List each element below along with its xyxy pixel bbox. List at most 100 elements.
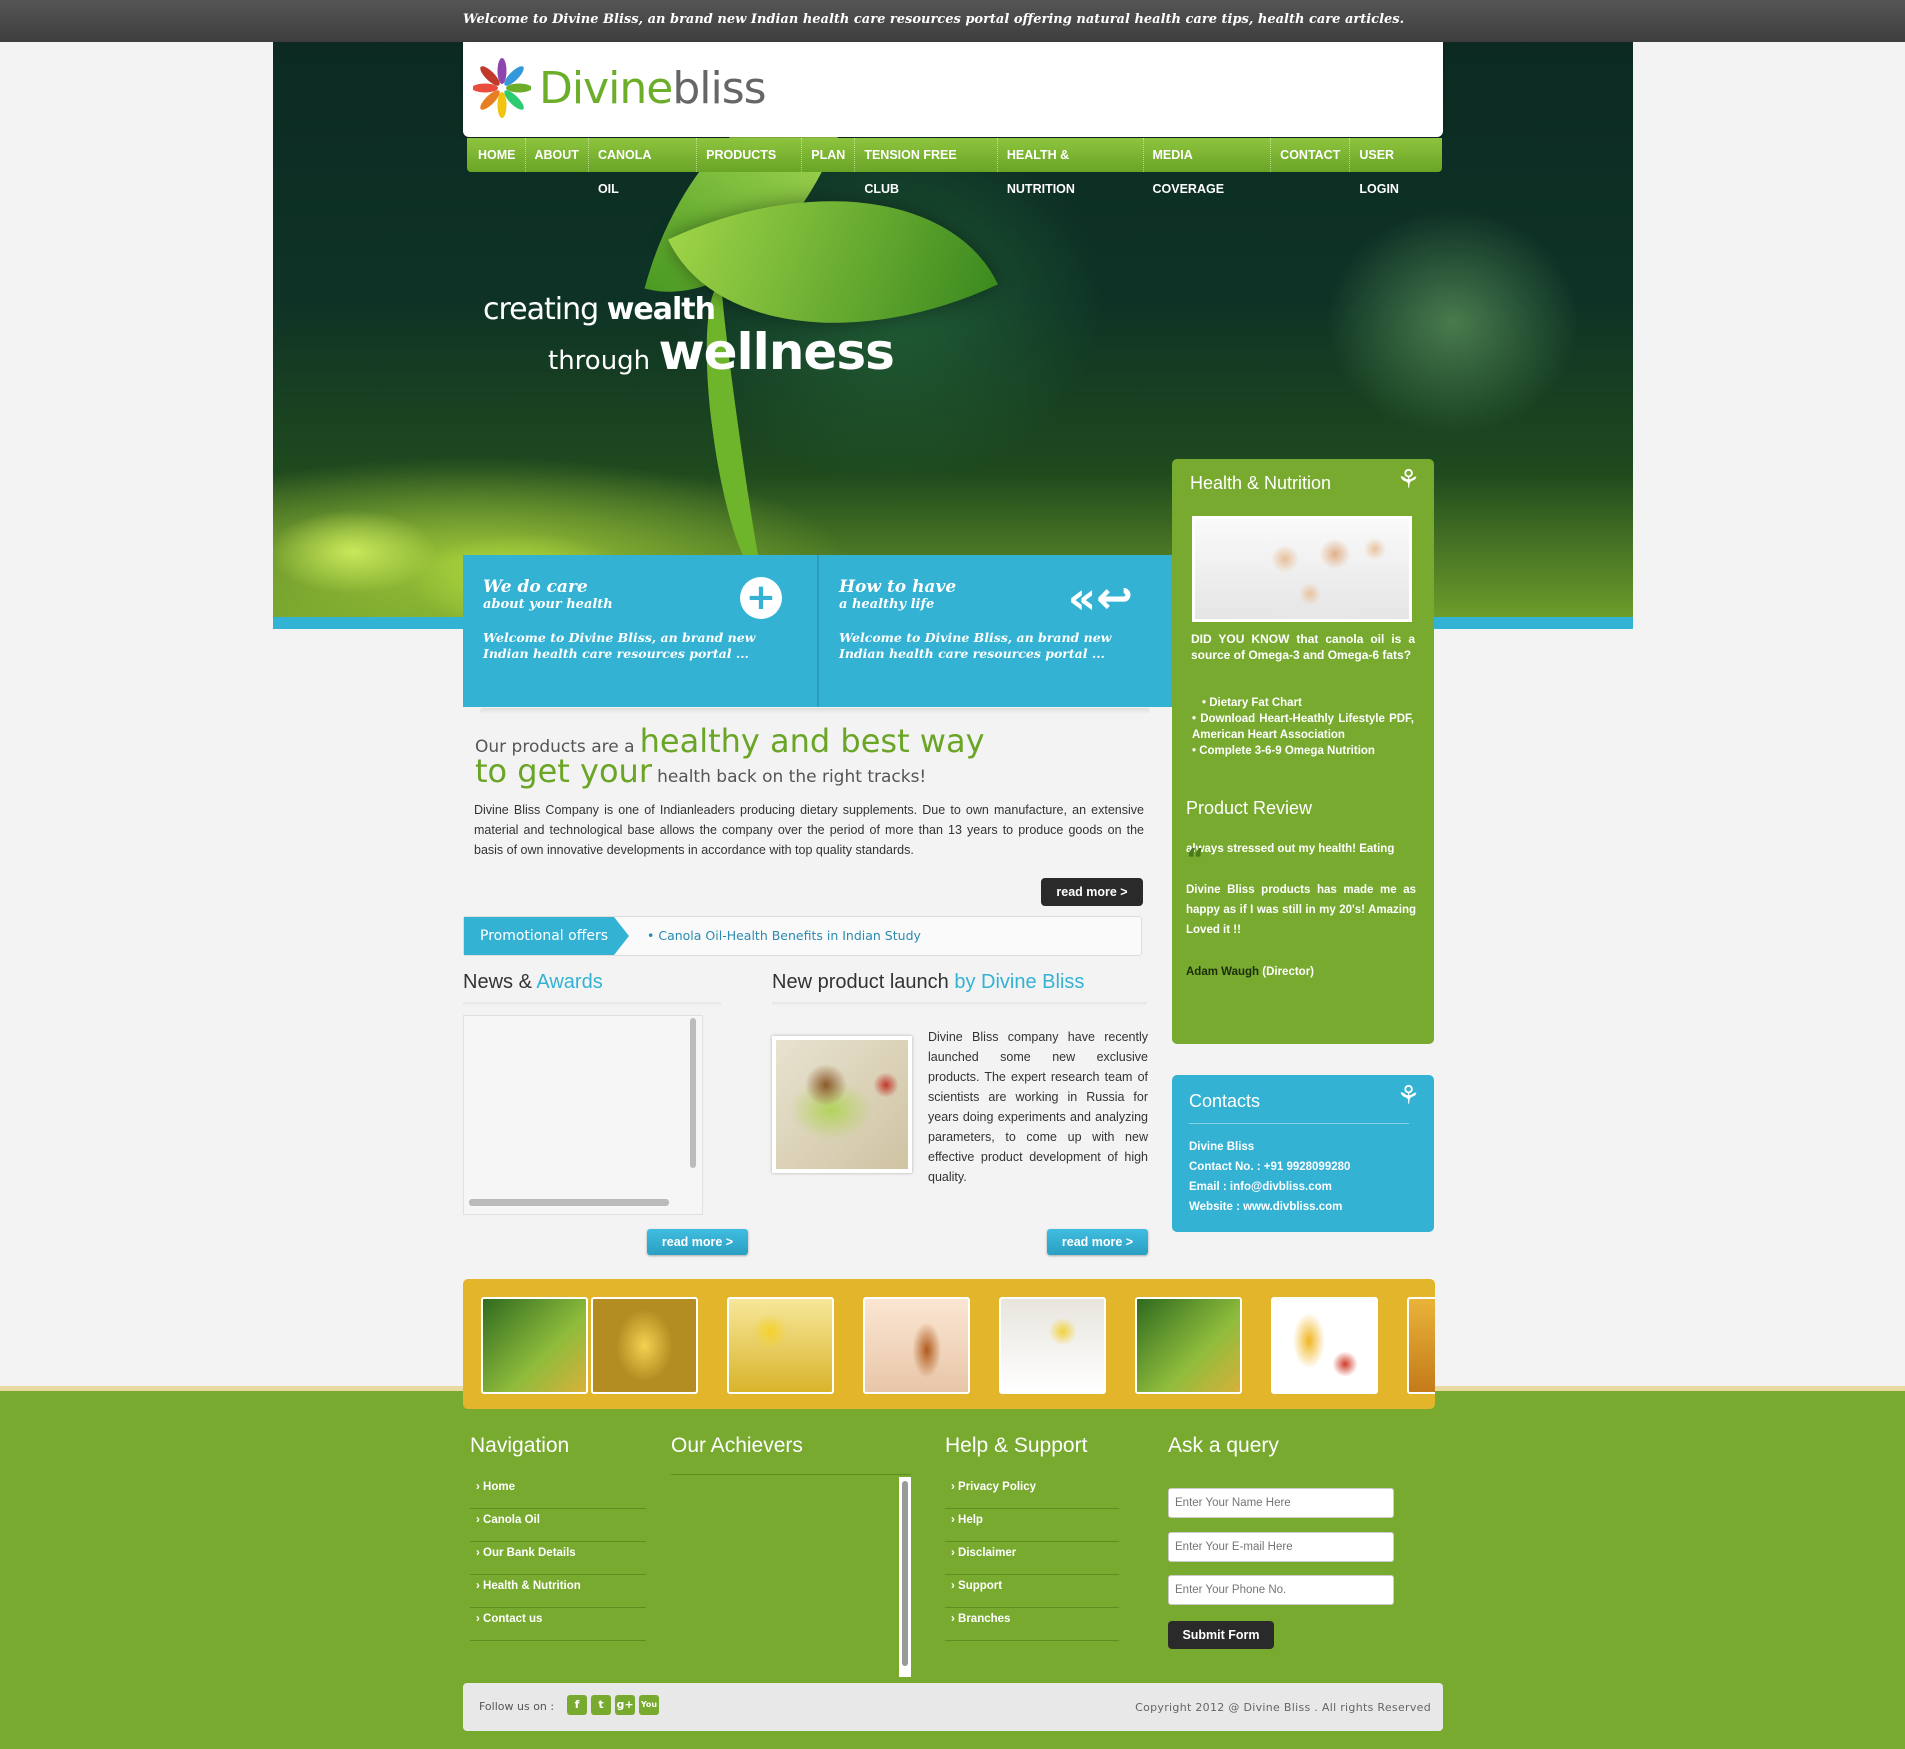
nav-canola-oil[interactable]: CANOLA OIL [589, 138, 698, 196]
tagline-word: wealth [606, 292, 716, 327]
footer-help-label: Branches [958, 1613, 1011, 1625]
footer-help-label: Disclaimer [958, 1547, 1017, 1559]
footer-help-label: Help [958, 1514, 983, 1526]
footer-help-item[interactable]: › Help [945, 1509, 1119, 1542]
tagline-word: through [548, 346, 651, 376]
footer-help-item[interactable]: › Support [945, 1575, 1119, 1608]
carousel-item[interactable] [591, 1297, 698, 1394]
contact-name: Divine Bliss [1189, 1141, 1255, 1153]
contact-email[interactable]: Email : info@divbliss.com [1189, 1177, 1350, 1197]
carousel-item[interactable] [1135, 1297, 1242, 1394]
footer-help-item[interactable]: › Branches [945, 1608, 1119, 1641]
family-photo [1192, 516, 1412, 622]
footer-help-list: › Privacy Policy › Help › Disclaimer › S… [945, 1476, 1119, 1641]
header: Divinebliss [463, 42, 1443, 137]
google-plus-icon[interactable]: g+ [615, 1695, 635, 1715]
news-list[interactable] [463, 1015, 703, 1215]
review-text: Divine Bliss products has made me as hap… [1186, 884, 1416, 936]
achievers-scrollbar[interactable] [899, 1477, 911, 1677]
footer-nav-label: Canola Oil [483, 1514, 540, 1526]
health-link[interactable]: • Download Heart-Heathly Lifestyle PDF, … [1192, 711, 1414, 743]
footer-help-item[interactable]: › Disclaimer [945, 1542, 1119, 1575]
author-name: Adam Waugh [1186, 966, 1260, 978]
product-read-more-button[interactable]: read more > [1047, 1229, 1148, 1255]
query-phone-input[interactable] [1168, 1575, 1394, 1605]
product-text: Divine Bliss company have recently launc… [928, 1030, 1148, 1184]
carousel-item[interactable] [999, 1297, 1106, 1394]
plus-circle-icon[interactable]: + [740, 577, 782, 619]
contact-phone: Contact No. : +91 9928099280 [1189, 1161, 1351, 1173]
feature-text: Welcome to Divine Bliss, an brand new In… [483, 630, 756, 661]
footer-nav-list: › Home › Canola Oil › Our Bank Details ›… [470, 1476, 646, 1641]
carousel-item[interactable] [863, 1297, 970, 1394]
nav-plan[interactable]: PLAN [802, 138, 856, 172]
logo[interactable]: Divinebliss [473, 58, 767, 118]
product-title-part: New product launch [772, 971, 949, 993]
intro-text: Divine Bliss Company is one of Indianlea… [474, 803, 1144, 857]
promo-link[interactable]: • Canola Oil-Health Benefits in Indian S… [647, 928, 921, 943]
footer-nav-title: Navigation [470, 1434, 570, 1457]
follow-label: Follow us on : [479, 1700, 555, 1713]
youtube-icon[interactable]: You [639, 1695, 659, 1715]
did-you-know: DID YOU KNOW that canola oil is a source… [1191, 632, 1415, 662]
footer-nav-item[interactable]: › Our Bank Details [470, 1542, 646, 1575]
twitter-icon[interactable]: t [591, 1695, 611, 1715]
nav-media-coverage[interactable]: MEDIA COVERAGE [1144, 138, 1272, 196]
achievers-list[interactable] [671, 1474, 911, 1677]
footer-nav-item[interactable]: › Home [470, 1476, 646, 1509]
footer-help-label: Support [958, 1580, 1003, 1592]
news-read-more-button[interactable]: read more > [647, 1229, 748, 1255]
nav-user-login[interactable]: USER LOGIN [1350, 138, 1442, 196]
footer-help-item[interactable]: › Privacy Policy [945, 1476, 1119, 1509]
panel-title: Health & Nutrition [1190, 473, 1332, 493]
tagline-word: wellness [658, 323, 894, 381]
footer-nav-item[interactable]: › Health & Nutrition [470, 1575, 646, 1608]
product-image[interactable] [772, 1036, 912, 1173]
contacts-panel: Contacts ⚘ Divine Bliss Contact No. : +9… [1172, 1075, 1434, 1232]
news-horizontal-scrollbar[interactable] [469, 1199, 669, 1206]
nav-health-nutrition[interactable]: HEALTH & NUTRITION [998, 138, 1144, 196]
main-nav: HOME ABOUT CANOLA OIL PRODUCTS PLAN TENS… [467, 138, 1442, 196]
top-bar: Welcome to Divine Bliss, an brand new In… [0, 0, 1905, 42]
copyright: Copyright 2012 @ Divine Bliss . All righ… [1135, 1701, 1431, 1714]
quote-icon: “ [1186, 842, 1205, 875]
carousel-item[interactable] [1271, 1297, 1378, 1394]
query-email-input[interactable] [1168, 1532, 1394, 1562]
news-title-part: News & [463, 971, 532, 993]
submit-form-button[interactable]: Submit Form [1168, 1621, 1274, 1649]
contact-details: Divine Bliss Contact No. : +91 992809928… [1189, 1137, 1350, 1217]
intro-read-more-button[interactable]: read more > [1041, 878, 1143, 906]
intro-heading-part: to get your [475, 752, 652, 790]
divider [480, 708, 1150, 714]
query-name-input[interactable] [1168, 1488, 1394, 1518]
footer-nav-item[interactable]: › Canola Oil [470, 1509, 646, 1542]
feature-healthy-life[interactable]: How to have a healthy life Welcome to Di… [817, 555, 1173, 707]
nav-products[interactable]: PRODUCTS [697, 138, 803, 172]
flower-icon [473, 58, 531, 118]
nav-about[interactable]: ABOUT [526, 138, 589, 172]
health-links: • Dietary Fat Chart • Download Heart-Hea… [1192, 695, 1414, 759]
logo-text: Divinebliss [539, 63, 767, 114]
footer-nav-label: Contact us [483, 1613, 543, 1625]
footer-nav-label: Health & Nutrition [483, 1580, 581, 1592]
nav-tension-free-club[interactable]: TENSION FREE CLUB [855, 138, 998, 196]
facebook-icon[interactable]: f [567, 1695, 587, 1715]
nav-home[interactable]: HOME [469, 138, 526, 172]
footer-nav-label: Home [483, 1481, 515, 1493]
product-title-part: by Divine Bliss [954, 971, 1085, 993]
news-title-part: Awards [536, 971, 603, 993]
feature-boxes: We do care about your health Welcome to … [463, 555, 1173, 707]
contact-website[interactable]: Website : www.divbliss.com [1189, 1197, 1350, 1217]
nav-contact[interactable]: CONTACT [1271, 138, 1351, 172]
carousel-item[interactable] [481, 1297, 588, 1394]
carousel-item[interactable] [727, 1297, 834, 1394]
feature-care[interactable]: We do care about your health Welcome to … [463, 555, 817, 707]
health-link[interactable]: • Complete 3-6-9 Omega Nutrition [1192, 743, 1414, 759]
news-vertical-scrollbar[interactable] [690, 1018, 696, 1168]
health-link[interactable]: • Dietary Fat Chart [1192, 695, 1414, 711]
feature-text: Welcome to Divine Bliss, an brand new In… [839, 630, 1112, 661]
back-arrows-icon[interactable]: «↩ [1068, 573, 1133, 624]
review-text: always stressed out my health! Eating [1186, 843, 1395, 855]
footer-nav-item[interactable]: › Contact us [470, 1608, 646, 1641]
carousel-item[interactable] [1407, 1297, 1435, 1394]
